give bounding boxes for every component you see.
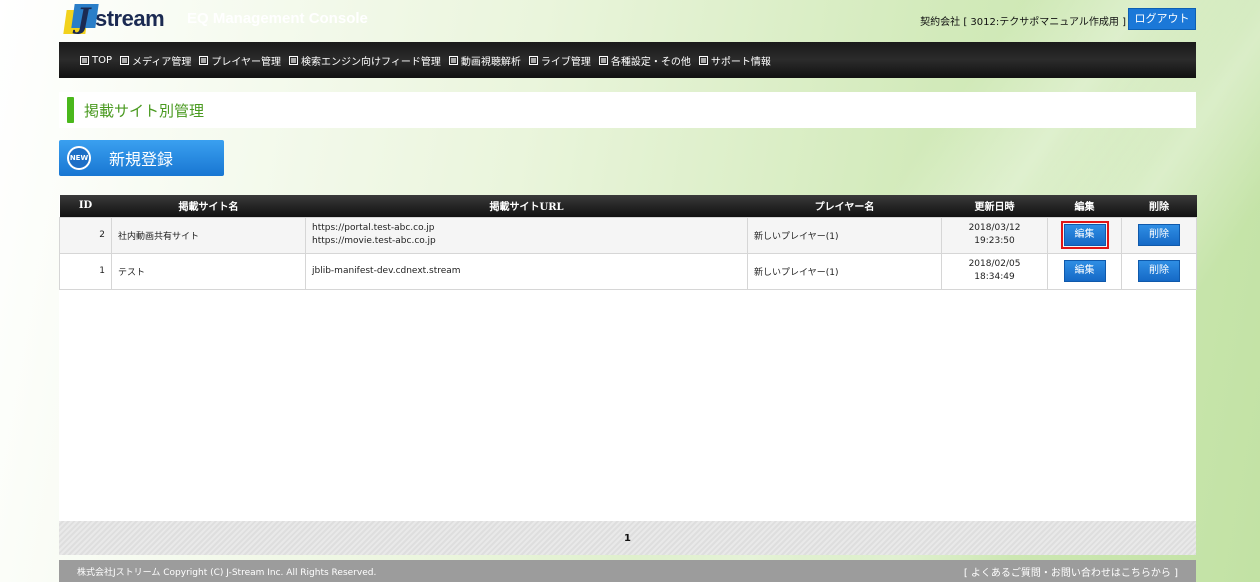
- cell-delete: 削除: [1121, 252, 1197, 290]
- page-number-current[interactable]: 1: [624, 533, 631, 544]
- col-header-player-name: プレイヤー名: [747, 195, 942, 217]
- nav-bullet-icon: [199, 55, 209, 65]
- nav-item-label: 各種設定・その他: [610, 56, 691, 68]
- cell-id: 2: [59, 216, 112, 254]
- logo-text: stream: [95, 6, 165, 31]
- col-header-site-url: 掲載サイトURL: [305, 195, 748, 217]
- console-title: EQ Management Console: [187, 10, 368, 27]
- nav-item-label: TOP: [92, 54, 113, 66]
- site-table: ID 掲載サイト名 掲載サイトURL プレイヤー名 更新日時 編集 削除 2 社…: [59, 195, 1197, 290]
- page-title-box: 掲載サイト別管理: [59, 92, 1196, 128]
- nav-item-label: プレイヤー管理: [211, 56, 282, 68]
- cell-site-url: jblib-manifest-dev.cdnext.stream: [305, 252, 748, 290]
- nav-item-top[interactable]: TOP: [80, 55, 112, 66]
- edit-button[interactable]: 編集: [1063, 260, 1106, 282]
- new-badge-icon: NEW: [67, 146, 91, 170]
- nav-bullet-icon: [448, 55, 458, 65]
- nav-item-label: 検索エンジン向けフィード管理: [301, 56, 441, 68]
- help-link[interactable]: [ よくあるご質問・お問い合わせはこちらから ]: [964, 564, 1178, 579]
- nav-item-settings[interactable]: 各種設定・その他: [598, 53, 691, 68]
- logo-mark-icon: J: [61, 2, 99, 36]
- site-url: https://movie.test-abc.co.jp: [312, 236, 436, 246]
- cell-player-name: 新しいプレイヤー(1): [747, 252, 942, 290]
- header: J stream EQ Management Console 契約会社 [ 30…: [59, 0, 1196, 40]
- nav-item-media[interactable]: メディア管理: [120, 53, 191, 68]
- cell-player-name: 新しいプレイヤー(1): [747, 216, 942, 254]
- nav-bullet-icon: [698, 55, 708, 65]
- nav-item-label: ライブ管理: [540, 56, 591, 68]
- nav-bullet-icon: [289, 55, 299, 65]
- logo[interactable]: J stream: [61, 2, 165, 36]
- updated-time: 19:23:50: [974, 236, 1015, 246]
- cell-delete: 削除: [1121, 216, 1197, 254]
- nav-item-support[interactable]: サポート情報: [698, 53, 771, 68]
- updated-date: 2018/02/05: [968, 259, 1021, 269]
- nav-item-feed[interactable]: 検索エンジン向けフィード管理: [289, 53, 441, 68]
- updated-date: 2018/03/12: [968, 223, 1021, 233]
- nav-bullet-icon: [80, 55, 89, 65]
- col-header-updated: 更新日時: [941, 195, 1048, 217]
- main-nav: TOP メディア管理 プレイヤー管理 検索エンジン向けフィード管理 動画視聴解析…: [59, 42, 1196, 78]
- logout-button[interactable]: ログアウト: [1128, 8, 1196, 30]
- nav-bullet-icon: [120, 55, 130, 65]
- col-header-delete: 削除: [1121, 195, 1197, 217]
- col-header-site-name: 掲載サイト名: [111, 195, 306, 217]
- nav-item-player[interactable]: プレイヤー管理: [199, 53, 281, 68]
- cell-site-name: テスト: [111, 252, 306, 290]
- footer: 株式会社Jストリーム Copyright (C) J-Stream Inc. A…: [59, 560, 1196, 582]
- cell-edit: 編集: [1047, 252, 1122, 290]
- pagination: 1: [59, 521, 1196, 555]
- new-register-button[interactable]: NEW 新規登録: [59, 140, 224, 176]
- cell-id: 1: [59, 252, 112, 290]
- cell-edit: 編集: [1047, 216, 1122, 254]
- delete-button[interactable]: 削除: [1138, 260, 1180, 282]
- nav-item-live[interactable]: ライブ管理: [528, 53, 591, 68]
- updated-time: 18:34:49: [974, 272, 1015, 282]
- nav-item-label: メディア管理: [132, 56, 192, 68]
- site-url: https://portal.test-abc.co.jp: [312, 223, 435, 233]
- copyright-text: 株式会社Jストリーム Copyright (C) J-Stream Inc. A…: [77, 567, 377, 578]
- col-header-id: ID: [59, 195, 112, 217]
- table-header-row: ID 掲載サイト名 掲載サイトURL プレイヤー名 更新日時 編集 削除: [59, 195, 1197, 217]
- cell-site-url: https://portal.test-abc.co.jp https://mo…: [305, 216, 748, 254]
- col-header-edit: 編集: [1047, 195, 1122, 217]
- cell-site-name: 社内動画共有サイト: [111, 216, 306, 254]
- site-table-panel: ID 掲載サイト名 掲載サイトURL プレイヤー名 更新日時 編集 削除 2 社…: [59, 195, 1197, 521]
- account-info: 契約会社 [ 3012:テクサポマニュアル作成用 ]: [920, 17, 1126, 28]
- nav-item-label: 動画視聴解析: [460, 56, 521, 68]
- nav-item-analytics[interactable]: 動画視聴解析: [448, 53, 521, 68]
- delete-button[interactable]: 削除: [1138, 224, 1180, 246]
- page-title: 掲載サイト別管理: [84, 101, 205, 120]
- new-register-label: 新規登録: [109, 150, 174, 169]
- edit-button[interactable]: 編集: [1060, 221, 1109, 249]
- nav-bullet-icon: [528, 55, 538, 65]
- nav-bullet-icon: [598, 55, 608, 65]
- table-row: 1 テスト jblib-manifest-dev.cdnext.stream 新…: [59, 252, 1197, 290]
- title-accent-bar: [67, 97, 74, 123]
- cell-updated: 2018/03/12 19:23:50: [941, 216, 1048, 254]
- nav-item-label: サポート情報: [710, 56, 771, 68]
- table-row: 2 社内動画共有サイト https://portal.test-abc.co.j…: [59, 216, 1197, 254]
- cell-updated: 2018/02/05 18:34:49: [941, 252, 1048, 290]
- site-url: jblib-manifest-dev.cdnext.stream: [312, 265, 461, 276]
